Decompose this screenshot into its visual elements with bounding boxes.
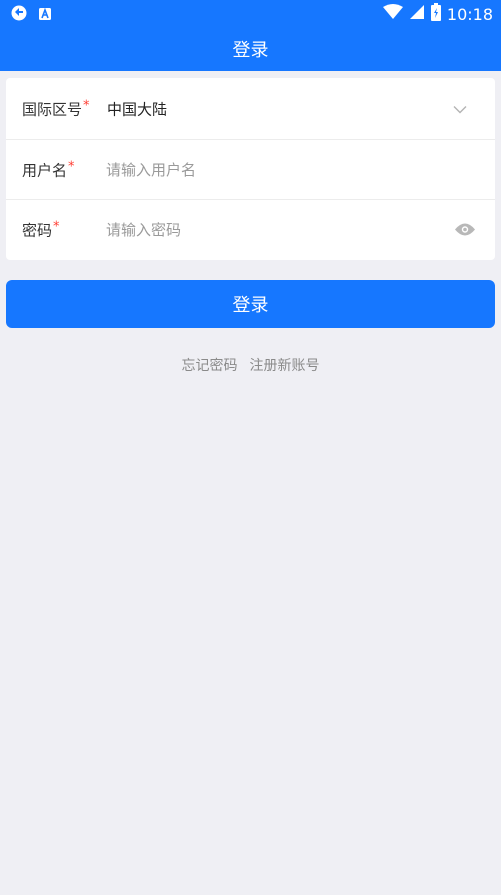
status-bar: 10:18	[0, 0, 501, 27]
status-left-icons	[10, 4, 52, 26]
required-mark: *	[68, 159, 75, 174]
sync-icon	[10, 4, 28, 26]
password-row: 密码*	[6, 200, 495, 260]
region-value: 中国大陆	[107, 100, 168, 118]
status-time: 10:18	[446, 4, 493, 24]
password-input[interactable]	[106, 215, 436, 245]
required-mark: *	[83, 98, 90, 113]
account-links: 忘记密码 注册新账号	[0, 355, 501, 375]
forgot-password-link[interactable]: 忘记密码	[182, 358, 238, 374]
status-right-icons: 10:18	[382, 3, 493, 25]
region-label: 国际区号*	[22, 98, 90, 118]
chevron-down-icon[interactable]	[453, 99, 467, 118]
eye-icon[interactable]	[455, 221, 475, 240]
nav-bar: 登录	[0, 27, 501, 71]
battery-icon	[430, 3, 441, 25]
username-input[interactable]	[106, 154, 436, 185]
wifi-icon	[382, 4, 403, 24]
cell-signal-icon	[409, 4, 425, 24]
password-label: 密码*	[22, 219, 60, 240]
username-row: 用户名*	[6, 140, 495, 200]
register-link[interactable]: 注册新账号	[250, 358, 320, 374]
login-form: 国际区号* 中国大陆 用户名* 密码*	[6, 78, 495, 260]
a-badge-icon	[38, 6, 52, 25]
region-row[interactable]: 国际区号* 中国大陆	[6, 78, 495, 140]
required-mark: *	[53, 219, 60, 235]
page-title: 登录	[232, 40, 269, 61]
login-button[interactable]: 登录	[6, 280, 495, 328]
username-label: 用户名*	[22, 159, 75, 179]
